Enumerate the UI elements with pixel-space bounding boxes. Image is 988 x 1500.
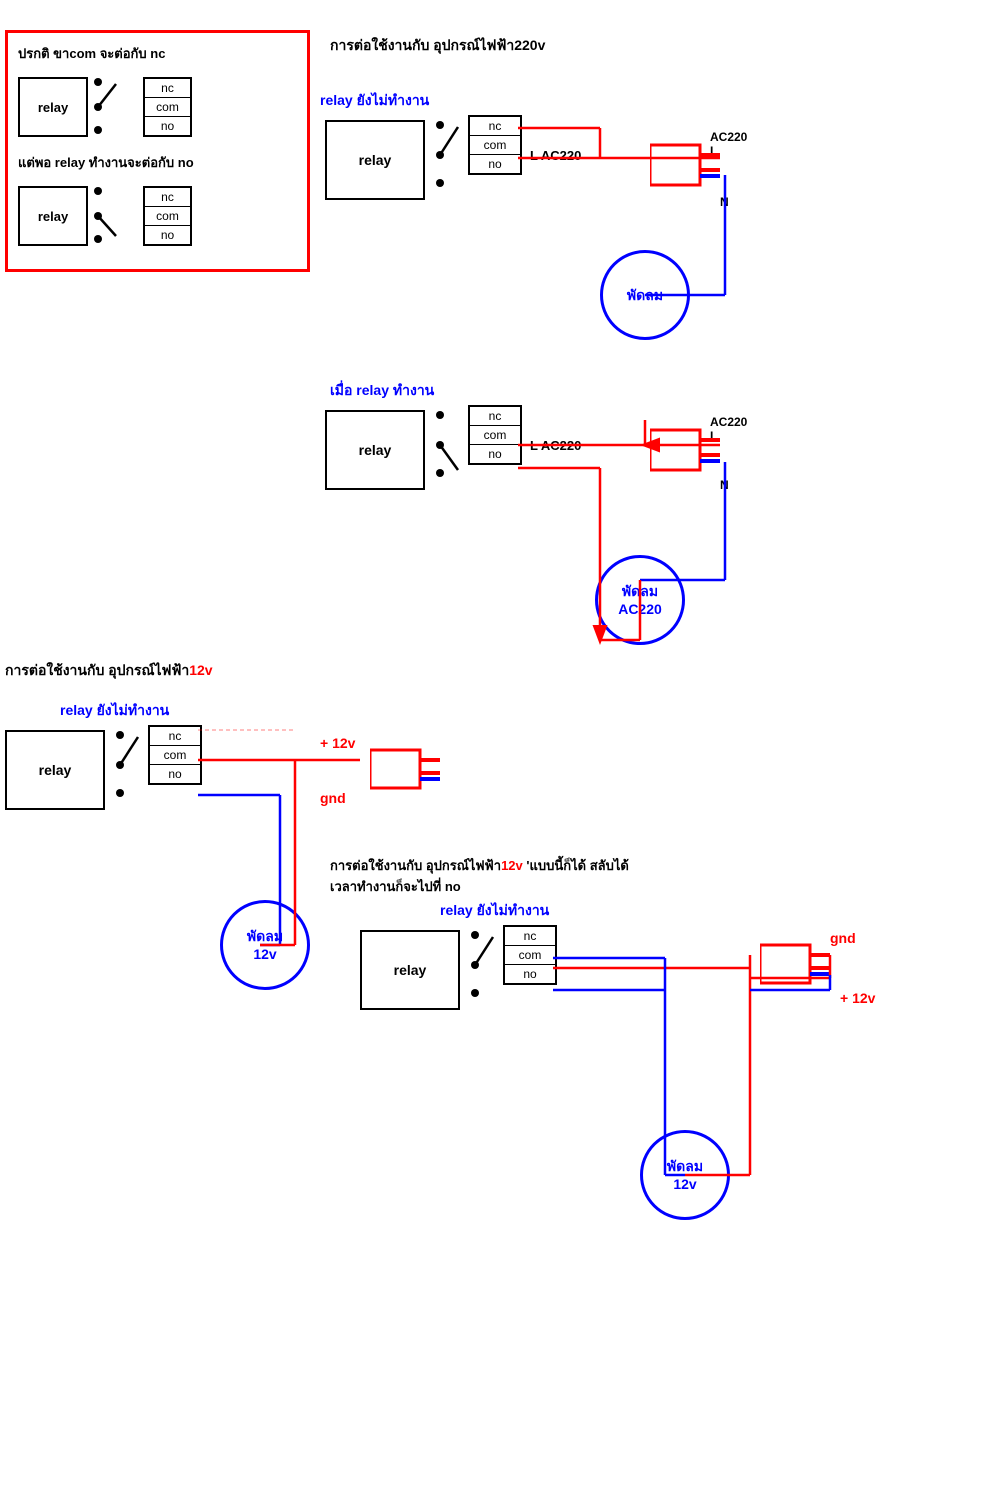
plus12v-s3: + 12v [840,990,875,1006]
fan-s1d2: พัดลม AC220 [595,555,685,645]
section2-title: การต่อใช้งานกับ อุปกรณ์ไฟฟ้า12v [5,660,213,682]
plug-s2 [370,745,450,803]
section1-diagram2-label: เมื่อ relay ทำงาน [330,380,434,402]
page-container: ปรกติ ขาcom จะต่อกับ nc relay nc com [0,0,988,1500]
fan-s3: พัดลม 12v [640,1130,730,1220]
plug-s1d1 [650,140,730,203]
relay-box-s2: relay [5,730,105,810]
no-label2: no [145,226,190,244]
plus12v-s2: + 12v [320,735,355,751]
relay-box-s3: relay [360,930,460,1010]
intro-box: ปรกติ ขาcom จะต่อกับ nc relay nc com [5,30,310,272]
intro-diagram-normal: relay nc com no [18,72,297,142]
intro-terminals-1: nc com no [143,77,192,137]
intro-relay-box-2: relay [18,186,88,246]
nc-label: nc [145,79,190,98]
section1-title: การต่อใช้งานกับ อุปกรณ์ไฟฟ้า220v [330,35,545,57]
intro-switch-svg-1 [88,72,143,142]
intro-terminals-2: nc com no [143,186,192,246]
terminals-s1d2: nc com no [468,405,522,465]
terminals-s1d1: nc com no [468,115,522,175]
relay-box-s1d2: relay [325,410,425,490]
gnd-s2: gnd [320,790,346,806]
l-ac220-label-2: L AC220 [530,438,581,453]
intro-switch-svg-2 [88,181,143,251]
nc-label2: nc [145,188,190,207]
intro-relay-box-1: relay [18,77,88,137]
intro-diagram-working: relay nc com no [18,181,297,251]
relay-box-s1d1: relay [325,120,425,200]
plug-s1d2 [650,425,730,488]
no-label: no [145,117,190,135]
terminals-s2: nc com no [148,725,202,785]
l-ac220-label-1: L AC220 [530,148,581,163]
section3-diagram-label: relay ยังไม่ทำงาน [440,900,549,922]
terminals-s3: nc com no [503,925,557,985]
section2-diagram-label: relay ยังไม่ทำงาน [60,700,169,722]
com-label: com [145,98,190,117]
intro-note: แต่พอ relay ทำงานจะต่อกับ no [18,152,297,173]
com-label2: com [145,207,190,226]
fan-s2: พัดลม 12v [220,900,310,990]
intro-title: ปรกติ ขาcom จะต่อกับ nc [18,43,297,64]
fan-s1d1: พัดลม [600,250,690,340]
plug-s3 [760,940,840,998]
section3-title: การต่อใช้งานกับ อุปกรณ์ไฟฟ้า12v 'แบบนี้ก… [330,855,629,897]
section1-diagram1-label: relay ยังไม่ทำงาน [320,90,429,112]
